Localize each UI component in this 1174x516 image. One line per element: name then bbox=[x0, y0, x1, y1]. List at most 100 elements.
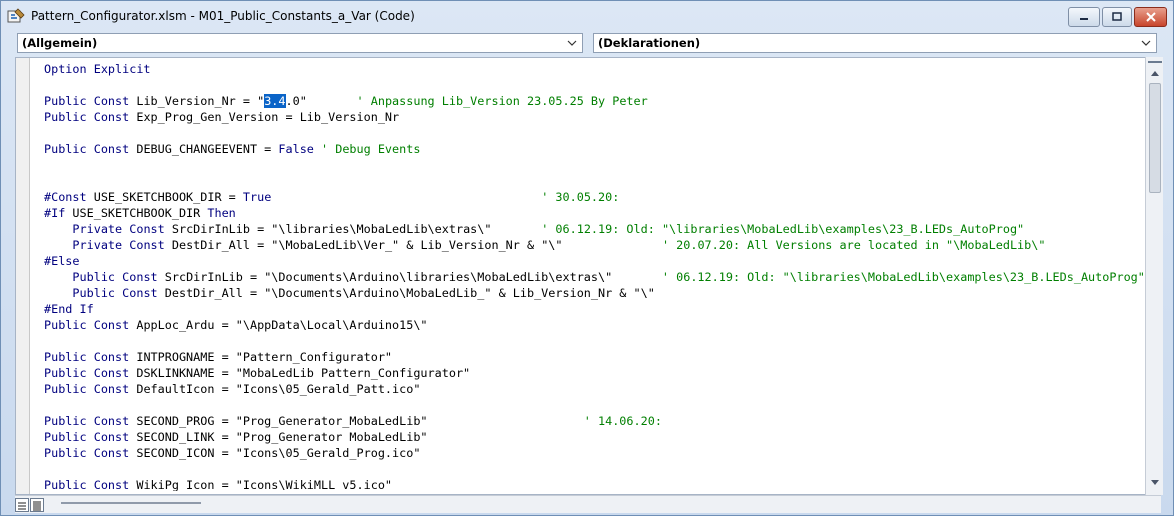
code-line[interactable]: Public Const SECOND_PROG = "Prog_Generat… bbox=[44, 413, 1148, 429]
code-keyword: #End If bbox=[44, 302, 94, 316]
arrow-down-icon bbox=[1151, 480, 1159, 485]
horizontal-scroll-thumb[interactable] bbox=[61, 502, 201, 508]
vertical-scrollbar[interactable] bbox=[1145, 57, 1163, 495]
close-button[interactable] bbox=[1134, 7, 1167, 27]
code-line[interactable] bbox=[44, 173, 1148, 189]
split-bar[interactable] bbox=[1148, 57, 1162, 63]
code-line[interactable]: #End If bbox=[44, 301, 1148, 317]
code-line[interactable]: Public Const DEBUG_CHANGEEVENT = False '… bbox=[44, 141, 1148, 157]
code-text[interactable]: Option Explicit Public Const Lib_Version… bbox=[44, 61, 1148, 491]
code-token: SrcDirInLib = "\libraries\MobaLedLib\ext… bbox=[164, 222, 542, 236]
code-token: Exp_Prog_Gen_Version = Lib_Version_Nr bbox=[129, 110, 400, 124]
code-token: INTPROGNAME = "Pattern_Configurator" bbox=[129, 350, 393, 364]
code-line[interactable]: Public Const SECOND_ICON = "Icons\05_Ger… bbox=[44, 445, 1148, 461]
code-token: DestDir_All = "\Documents\Arduino\MobaLe… bbox=[157, 286, 655, 300]
code-keyword: Public Const bbox=[44, 446, 130, 460]
code-token: DSKLINKNAME = "MobaLedLib Pattern_Config… bbox=[129, 366, 471, 380]
code-keyword: #Else bbox=[44, 254, 80, 268]
code-keyword: False bbox=[278, 142, 314, 156]
code-line[interactable]: Public Const WikiPg_Icon = "Icons\WikiML… bbox=[44, 477, 1148, 491]
code-comment: ' 20.07.20: All Versions are located in … bbox=[661, 238, 1046, 252]
code-keyword: Public Const bbox=[44, 478, 130, 491]
title-bar[interactable]: Pattern_Configurator.xlsm - M01_Public_C… bbox=[1, 1, 1173, 31]
code-line[interactable] bbox=[44, 157, 1148, 173]
code-token: DEBUG_CHANGEEVENT = bbox=[129, 142, 279, 156]
code-line[interactable]: Public Const DSKLINKNAME = "MobaLedLib P… bbox=[44, 365, 1148, 381]
code-editor[interactable]: Option Explicit Public Const Lib_Version… bbox=[15, 57, 1161, 495]
procedure-dropdown[interactable]: (Deklarationen) bbox=[593, 33, 1157, 53]
chevron-down-icon bbox=[1141, 40, 1151, 46]
code-keyword: Public Const bbox=[44, 110, 130, 124]
code-line[interactable]: Public Const DestDir_All = "\Documents\A… bbox=[44, 285, 1148, 301]
code-keyword: Option Explicit bbox=[44, 62, 151, 76]
code-line[interactable]: #If USE_SKETCHBOOK_DIR Then bbox=[44, 205, 1148, 221]
code-comment: ' 14.06.20: bbox=[583, 414, 662, 428]
code-line[interactable]: Public Const Exp_Prog_Gen_Version = Lib_… bbox=[44, 109, 1148, 125]
code-line[interactable] bbox=[44, 77, 1148, 93]
code-line[interactable]: Public Const AppLoc_Ardu = "\AppData\Loc… bbox=[44, 317, 1148, 333]
code-keyword: Public Const bbox=[44, 94, 130, 108]
code-line[interactable]: #Else bbox=[44, 253, 1148, 269]
code-window: Pattern_Configurator.xlsm - M01_Public_C… bbox=[0, 0, 1174, 516]
bottom-bar bbox=[15, 495, 1161, 513]
code-line[interactable]: Option Explicit bbox=[44, 61, 1148, 77]
code-line[interactable]: Public Const Lib_Version_Nr = "3.4.0" ' … bbox=[44, 93, 1148, 109]
code-comment: ' Debug Events bbox=[321, 142, 421, 156]
code-token: DefaultIcon = "Icons\05_Gerald_Patt.ico" bbox=[129, 382, 421, 396]
code-line[interactable]: Public Const DefaultIcon = "Icons\05_Ger… bbox=[44, 381, 1148, 397]
code-line[interactable]: Private Const SrcDirInLib = "\libraries\… bbox=[44, 221, 1148, 237]
code-keyword: Public Const bbox=[44, 430, 130, 444]
code-line[interactable] bbox=[44, 125, 1148, 141]
scroll-down-button[interactable] bbox=[1148, 475, 1162, 491]
window-title: Pattern_Configurator.xlsm - M01_Public_C… bbox=[31, 9, 415, 23]
code-keyword: #Const bbox=[44, 190, 87, 204]
code-token: SrcDirInLib = "\Documents\Arduino\librar… bbox=[157, 270, 662, 284]
code-line[interactable] bbox=[44, 461, 1148, 477]
procedure-view-button[interactable] bbox=[15, 498, 29, 512]
code-keyword: Public Const bbox=[44, 350, 130, 364]
minimize-button[interactable] bbox=[1068, 7, 1100, 27]
code-keyword: Public Const bbox=[72, 286, 158, 300]
indicator-margin[interactable] bbox=[16, 58, 30, 494]
code-token: Lib_Version_Nr = " bbox=[129, 94, 265, 108]
code-line[interactable] bbox=[44, 397, 1148, 413]
code-comment: ' 30.05.20: bbox=[541, 190, 620, 204]
close-icon bbox=[1145, 12, 1156, 22]
code-keyword: Then bbox=[207, 206, 236, 220]
code-line[interactable] bbox=[44, 333, 1148, 349]
scroll-up-button[interactable] bbox=[1148, 65, 1162, 81]
code-selectors: (Allgemein) (Deklarationen) bbox=[15, 33, 1161, 55]
code-comment: ' 06.12.19: Old: "\libraries\MobaLedLib\… bbox=[541, 222, 1025, 236]
code-keyword: Public Const bbox=[72, 270, 158, 284]
code-token: SECOND_PROG = "Prog_Generator_MobaLedLib… bbox=[129, 414, 584, 428]
object-dropdown[interactable]: (Allgemein) bbox=[17, 33, 583, 53]
code-keyword: Public Const bbox=[44, 382, 130, 396]
code-token: AppLoc_Ardu = "\AppData\Local\Arduino15\… bbox=[129, 318, 428, 332]
code-selection: 3.4 bbox=[264, 94, 286, 108]
code-line[interactable]: Public Const SrcDirInLib = "\Documents\A… bbox=[44, 269, 1148, 285]
restore-button[interactable] bbox=[1102, 7, 1132, 27]
code-token: .0" bbox=[285, 94, 357, 108]
procedure-dropdown-value: (Deklarationen) bbox=[598, 36, 701, 50]
code-token: SECOND_ICON = "Icons\05_Gerald_Prog.ico" bbox=[129, 446, 421, 460]
code-keyword: Public Const bbox=[44, 414, 130, 428]
code-comment: ' 06.12.19: Old: "\libraries\MobaLedLib\… bbox=[661, 270, 1145, 284]
code-token: WikiPg_Icon = "Icons\WikiMLL_v5.ico" bbox=[129, 478, 393, 491]
code-line[interactable]: #Const USE_SKETCHBOOK_DIR = True ' 30.05… bbox=[44, 189, 1148, 205]
horizontal-scrollbar[interactable] bbox=[51, 498, 1141, 512]
code-comment: ' Anpassung Lib_Version 23.05.25 By Pete… bbox=[356, 94, 648, 108]
vertical-scroll-thumb[interactable] bbox=[1149, 83, 1161, 193]
code-keyword: Private Const bbox=[72, 238, 165, 252]
restore-icon bbox=[1112, 12, 1122, 21]
vba-code-icon bbox=[7, 8, 25, 23]
full-module-view-button[interactable] bbox=[30, 498, 44, 512]
code-line[interactable]: Private Const DestDir_All = "\MobaLedLib… bbox=[44, 237, 1148, 253]
code-line[interactable]: Public Const INTPROGNAME = "Pattern_Conf… bbox=[44, 349, 1148, 365]
code-line[interactable]: Public Const SECOND_LINK = "Prog_Generat… bbox=[44, 429, 1148, 445]
